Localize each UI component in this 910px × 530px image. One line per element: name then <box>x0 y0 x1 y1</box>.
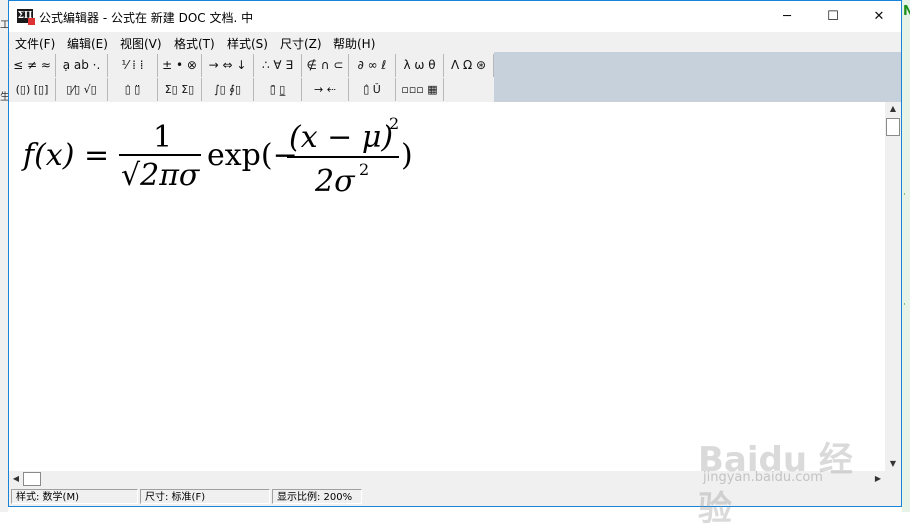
inner-fraction-bar <box>287 156 399 158</box>
spaces-ellipses-palette-button[interactable]: ạ ab ·. <box>56 54 108 77</box>
fraction-radical-palette-button[interactable]: ▯⁄▯ √▯ <box>56 78 108 101</box>
misc-symbols-palette-button[interactable]: ∂ ∞ ℓ <box>349 54 396 77</box>
fraction-bar <box>119 154 201 156</box>
status-zoom: 显示比例: 200% <box>272 489 362 504</box>
menu-edit[interactable]: 编辑(E) <box>67 35 108 52</box>
operators-palette-button[interactable]: ± • ⊗ <box>158 54 202 77</box>
close-button[interactable]: ✕ <box>856 1 901 32</box>
scroll-down-arrow-icon[interactable]: ▼ <box>885 457 901 471</box>
arrows-palette-button[interactable]: → ⇔ ↓ <box>202 54 254 77</box>
inner-numerator: (x − μ) <box>289 120 394 155</box>
symbol-toolbar: ≤ ≠ ≈ ạ ab ·. ⅟ ⁞ ⁞ ± • ⊗ → ⇔ ↓ ∴ ∀ ∃ ∉ … <box>9 52 494 102</box>
minimize-button[interactable]: ─ <box>764 1 810 32</box>
inner-denominator: 2σ <box>315 164 355 199</box>
menu-format[interactable]: 格式(T) <box>174 35 215 52</box>
set-theory-palette-button[interactable]: ∉ ∩ ⊂ <box>302 54 349 77</box>
summation-palette-button[interactable]: Σ▯ Σ▯ <box>158 78 202 101</box>
greek-lowercase-palette-button[interactable]: λ ω θ <box>396 54 444 77</box>
labeled-arrows-palette-button[interactable]: → ⇠ <box>302 78 349 101</box>
title-bar[interactable]: ΣΠ 公式编辑器 - 公式在 新建 DOC 文档. 中 ─ ☐ ✕ <box>9 1 901 32</box>
vertical-scrollbar[interactable]: ▲ ▼ <box>885 102 901 471</box>
embellishments-palette-button[interactable]: ⅟ ⁞ ⁞ <box>108 54 158 77</box>
toolbar-background <box>494 52 901 102</box>
watermark-url: jingyan.baidu.com <box>703 470 823 485</box>
menu-bar: 文件(F) 编辑(E) 视图(V) 格式(T) 样式(S) 尺寸(Z) 帮助(H… <box>9 32 901 52</box>
background-window-edge-right: N · · <box>902 0 910 512</box>
vertical-scroll-thumb[interactable] <box>886 118 900 136</box>
greek-uppercase-palette-button[interactable]: Λ Ω ⊛ <box>444 54 494 77</box>
maximize-button[interactable]: ☐ <box>810 1 856 32</box>
underbar-overbar-palette-button[interactable]: ▯̄ ▯̲ <box>254 78 302 101</box>
subscript-superscript-palette-button[interactable]: ▯̇ ▯̈ <box>108 78 158 101</box>
menu-view[interactable]: 视图(V) <box>120 35 162 52</box>
fraction-denominator: √2πσ <box>121 158 200 193</box>
inner-denominator-power: 2 <box>359 160 370 179</box>
equation-lhs: f(x) = <box>23 138 110 173</box>
inner-numerator-power: 2 <box>389 114 400 133</box>
scroll-right-arrow-icon[interactable]: ▶ <box>871 471 885 487</box>
horizontal-scroll-thumb[interactable] <box>23 472 41 486</box>
baidu-jingyan-watermark: Baidu 经验 jingyan.baidu.com <box>693 410 873 529</box>
exp-function: exp(− <box>207 138 298 173</box>
scrollbar-corner <box>885 471 901 487</box>
closing-paren: ) <box>401 138 413 173</box>
fences-palette-button[interactable]: (▯) [▯] <box>9 78 56 101</box>
relations-palette-button[interactable]: ≤ ≠ ≈ <box>9 54 56 77</box>
background-window-edge: 工 生 <box>0 0 10 512</box>
products-set-theory-palette-button[interactable]: ▯̂ Ǔ <box>349 78 396 101</box>
logic-palette-button[interactable]: ∴ ∀ ∃ <box>254 54 302 77</box>
fraction-numerator: 1 <box>153 120 173 155</box>
window-title: 公式编辑器 - 公式在 新建 DOC 文档. 中 <box>39 11 254 25</box>
equation-editor-icon: ΣΠ <box>17 9 35 25</box>
matrix-palette-button[interactable]: ▫▫▫ ▦ <box>396 78 444 101</box>
menu-file[interactable]: 文件(F) <box>15 35 55 52</box>
integral-palette-button[interactable]: ∫▯ ∮▯ <box>202 78 254 101</box>
status-style: 样式: 数学(M) <box>11 489 138 504</box>
scroll-up-arrow-icon[interactable]: ▲ <box>885 102 901 116</box>
menu-style[interactable]: 样式(S) <box>227 35 268 52</box>
status-size: 尺寸: 标准(F) <box>140 489 270 504</box>
menu-help[interactable]: 帮助(H) <box>333 35 375 52</box>
menu-size[interactable]: 尺寸(Z) <box>280 35 322 52</box>
scroll-left-arrow-icon[interactable]: ◀ <box>9 471 23 487</box>
